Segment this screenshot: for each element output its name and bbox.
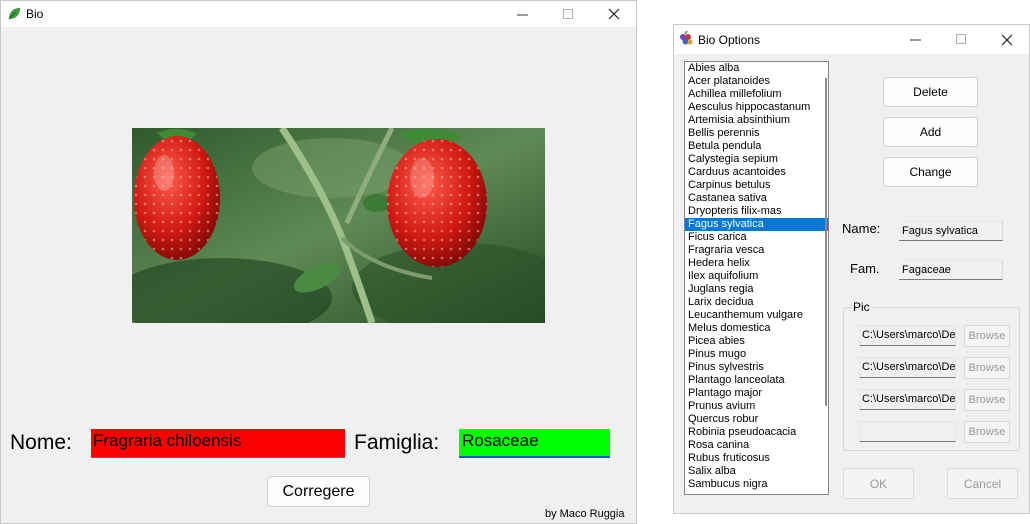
species-list-item[interactable]: Dryopteris filix-mas xyxy=(685,205,828,218)
species-list-item[interactable]: Plantago lanceolata xyxy=(685,374,828,387)
species-list-item[interactable]: Ilex aquifolium xyxy=(685,270,828,283)
author-credit: by Maco Ruggia xyxy=(545,508,625,520)
add-button[interactable]: Add xyxy=(883,117,978,147)
listbox-scrollbar[interactable] xyxy=(820,78,827,406)
maximize-button[interactable] xyxy=(545,1,591,27)
pic-path-field-2[interactable]: C:\Users\marco\De xyxy=(859,357,956,378)
close-icon xyxy=(608,8,620,20)
fam-field[interactable]: Fagaceae xyxy=(899,260,1003,280)
species-list-item[interactable]: Quercus robur xyxy=(685,413,828,426)
minimize-icon xyxy=(516,14,528,15)
pic-path-field-1[interactable]: C:\Users\marco\De xyxy=(859,325,956,346)
nome-label: Nome: xyxy=(10,431,72,454)
species-list: Abies alba Acer platanoides Achillea mille… xyxy=(685,62,828,491)
close-button[interactable] xyxy=(591,1,637,27)
correct-button[interactable]: Corregere xyxy=(267,476,370,507)
browse-button-4[interactable]: Browse xyxy=(964,421,1010,443)
minimize-icon xyxy=(909,39,921,41)
strawberry-photo xyxy=(132,128,545,323)
maximize-icon xyxy=(955,34,966,44)
species-list-item[interactable]: Calystegia sepium xyxy=(685,153,828,166)
species-list-item[interactable]: Picea abies xyxy=(685,335,828,348)
species-list-item[interactable]: Leucanthemum vulgare xyxy=(685,309,828,322)
name-label: Name: xyxy=(842,221,881,236)
species-list-item[interactable]: Acer platanoides xyxy=(685,75,828,88)
bio-title: Bio xyxy=(26,7,44,21)
species-list-item[interactable]: Fragraria vesca xyxy=(685,244,828,257)
options-maximize-button[interactable] xyxy=(938,25,984,54)
nome-field[interactable]: Fragraria chiloensis xyxy=(91,429,345,458)
pic-group-label: Pic xyxy=(851,300,872,314)
species-list-item[interactable]: Pinus sylvestris xyxy=(685,361,828,374)
species-list-item[interactable]: Abies alba xyxy=(685,62,828,75)
species-list-item[interactable]: Achillea millefolium xyxy=(685,88,828,101)
ok-button[interactable]: OK xyxy=(843,468,914,499)
pic-path-field-3[interactable]: C:\Users\marco\De xyxy=(859,389,956,410)
species-listbox[interactable]: Abies alba Acer platanoides Achillea mille… xyxy=(684,61,829,495)
species-list-item[interactable]: Rubus fruticosus xyxy=(685,452,828,465)
close-icon xyxy=(1001,34,1013,45)
species-list-item[interactable]: Bellis perennis xyxy=(685,127,828,140)
pic-path-field-4[interactable] xyxy=(859,421,956,442)
species-list-item[interactable]: Carpinus betulus xyxy=(685,179,828,192)
species-list-item[interactable]: Juglans regia xyxy=(685,283,828,296)
species-list-item[interactable]: Fagus sylvatica xyxy=(685,218,828,231)
change-button[interactable]: Change xyxy=(883,157,978,187)
species-list-item[interactable]: Salix alba xyxy=(685,465,828,478)
maximize-icon xyxy=(562,8,573,19)
options-title: Bio Options xyxy=(698,33,761,47)
options-close-button[interactable] xyxy=(984,25,1030,54)
species-list-item[interactable]: Rosa canina xyxy=(685,439,828,452)
bio-title-bar: Bio xyxy=(1,1,636,27)
species-list-item[interactable]: Aesculus hippocastanum xyxy=(685,101,828,114)
species-list-item[interactable]: Artemisia absinthium xyxy=(685,114,828,127)
leaf-icon xyxy=(8,8,20,20)
options-title-bar: Bio Options xyxy=(674,25,1029,54)
species-list-item[interactable]: Betula pendula xyxy=(685,140,828,153)
options-minimize-button[interactable] xyxy=(892,25,938,54)
browse-button-1[interactable]: Browse xyxy=(964,325,1010,347)
species-list-item[interactable]: Prunus avium xyxy=(685,400,828,413)
species-list-item[interactable]: Robinia pseudoacacia xyxy=(685,426,828,439)
browse-button-3[interactable]: Browse xyxy=(964,389,1010,411)
browse-button-2[interactable]: Browse xyxy=(964,357,1010,379)
bio-options-window: Bio Options Abies alba Acer platanoides Ac… xyxy=(673,24,1030,514)
name-field[interactable]: Fagus sylvatica xyxy=(899,221,1003,241)
species-list-item[interactable]: Hedera helix xyxy=(685,257,828,270)
minimize-button[interactable] xyxy=(499,1,545,27)
famiglia-label: Famiglia: xyxy=(354,431,440,454)
delete-button[interactable]: Delete xyxy=(883,77,978,107)
species-list-item[interactable]: Sambucus nigra xyxy=(685,478,828,491)
species-list-item[interactable]: Pinus mugo xyxy=(685,348,828,361)
fam-label: Fam. xyxy=(850,261,880,276)
bio-window: Bio Nome: Fragraria chiloensis Famiglia:… xyxy=(0,0,637,524)
species-list-item[interactable]: Melus domestica xyxy=(685,322,828,335)
species-list-item[interactable]: Plantago major xyxy=(685,387,828,400)
cancel-button[interactable]: Cancel xyxy=(947,468,1018,499)
species-list-item[interactable]: Carduus acantoides xyxy=(685,166,828,179)
species-list-item[interactable]: Castanea sativa xyxy=(685,192,828,205)
grape-icon xyxy=(680,31,693,45)
famiglia-field[interactable]: Rosaceae xyxy=(459,429,610,458)
species-list-item[interactable]: Larix decidua xyxy=(685,296,828,309)
species-list-item[interactable]: Ficus carica xyxy=(685,231,828,244)
